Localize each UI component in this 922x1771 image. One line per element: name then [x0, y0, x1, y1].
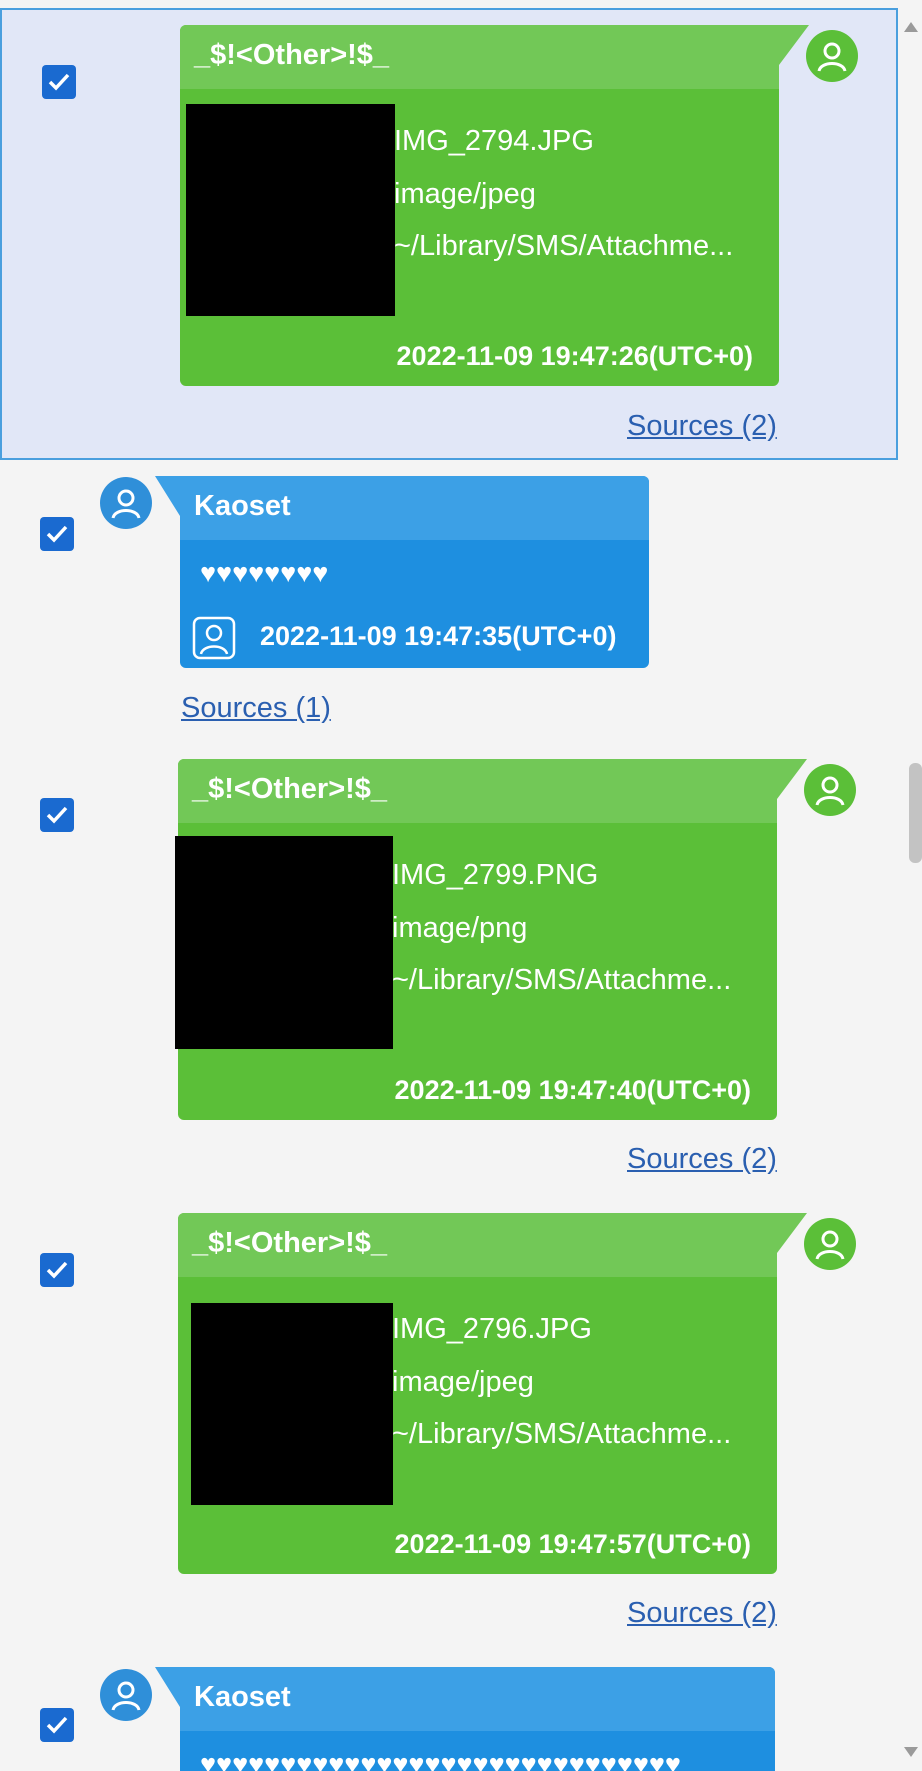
sources-link[interactable]: Sources (2) — [627, 1597, 777, 1630]
scrollbar-thumb[interactable] — [909, 763, 922, 863]
message-timestamp: 2022-11-09 19:47:40(UTC+0) — [394, 1075, 751, 1105]
attachment-filename: IMG_2794.JPG — [394, 125, 594, 157]
vertical-scrollbar[interactable] — [898, 0, 922, 1771]
sender-name: _$!<Other>!$_ — [192, 773, 388, 805]
attachment-mime-type: image/jpeg — [392, 1366, 534, 1398]
group-contact-icon — [192, 616, 236, 660]
checkmark-icon — [46, 806, 68, 824]
user-avatar-icon — [806, 30, 858, 82]
bubble-tail — [155, 1667, 180, 1707]
attachment-path: ~/Library/SMS/Attachme... — [392, 964, 732, 996]
select-checkbox[interactable] — [42, 65, 76, 99]
checkmark-icon — [46, 1716, 68, 1734]
checkmark-icon — [46, 525, 68, 543]
sender-name: Kaoset — [194, 1681, 291, 1713]
scroll-down-arrow-icon[interactable] — [904, 1747, 918, 1757]
select-checkbox[interactable] — [40, 798, 74, 832]
attachment-bubble[interactable]: _$!<Other>!$_ IMG_2796.JPG image/jpeg ~/… — [178, 1213, 807, 1574]
message-list: _$!<Other>!$_ IMG_2794.JPG image/jpeg ~/… — [0, 0, 898, 1771]
bubble-header: _$!<Other>!$_ — [178, 1213, 777, 1277]
message-row[interactable]: Kaoset ♥♥♥♥♥♥♥♥♥♥♥♥♥♥♥♥♥♥♥♥♥♥♥♥♥♥♥♥♥♥ — [0, 1660, 898, 1771]
bubble-tail — [155, 476, 180, 516]
attachment-thumbnail[interactable] — [191, 1303, 393, 1505]
message-text: ♥♥♥♥♥♥♥♥ — [200, 558, 329, 588]
sender-name: _$!<Other>!$_ — [194, 39, 390, 71]
text-bubble[interactable]: Kaoset ♥♥♥♥♥♥♥♥ 2022-11-09 19:47:35(UTC+… — [155, 476, 649, 668]
attachment-path: ~/Library/SMS/Attachme... — [394, 230, 734, 262]
user-avatar-icon — [804, 1218, 856, 1270]
attachment-thumbnail[interactable] — [175, 836, 393, 1049]
bubble-header: Kaoset — [180, 1667, 775, 1731]
attachment-filename: IMG_2799.PNG — [392, 859, 599, 891]
message-timestamp: 2022-11-09 19:47:35(UTC+0) — [260, 621, 617, 651]
text-bubble[interactable]: Kaoset ♥♥♥♥♥♥♥♥♥♥♥♥♥♥♥♥♥♥♥♥♥♥♥♥♥♥♥♥♥♥ — [155, 1667, 775, 1771]
message-row[interactable]: Kaoset ♥♥♥♥♥♥♥♥ 2022-11-09 19:47:35(UTC+… — [0, 470, 898, 730]
user-avatar-icon — [804, 764, 856, 816]
sender-name: _$!<Other>!$_ — [192, 1227, 388, 1259]
sources-link[interactable]: Sources (2) — [627, 1143, 777, 1176]
message-timestamp: 2022-11-09 19:47:26(UTC+0) — [396, 341, 753, 371]
bubble-tail — [777, 1213, 807, 1253]
message-row[interactable]: _$!<Other>!$_ IMG_2799.PNG image/png ~/L… — [0, 748, 898, 1188]
attachment-thumbnail[interactable] — [186, 104, 395, 316]
bubble-tail — [779, 25, 809, 65]
select-checkbox[interactable] — [40, 1253, 74, 1287]
checkmark-icon — [48, 73, 70, 91]
select-checkbox[interactable] — [40, 1708, 74, 1742]
message-row[interactable]: _$!<Other>!$_ IMG_2796.JPG image/jpeg ~/… — [0, 1201, 898, 1641]
bubble-tail — [777, 759, 807, 799]
attachment-bubble[interactable]: _$!<Other>!$_ IMG_2794.JPG image/jpeg ~/… — [180, 25, 809, 386]
attachment-mime-type: image/jpeg — [394, 178, 536, 210]
bubble-header: Kaoset — [180, 476, 649, 540]
message-timestamp: 2022-11-09 19:47:57(UTC+0) — [394, 1529, 751, 1559]
scroll-up-arrow-icon[interactable] — [904, 22, 918, 32]
sources-link[interactable]: Sources (2) — [627, 410, 777, 443]
select-checkbox[interactable] — [40, 517, 74, 551]
bubble-header: _$!<Other>!$_ — [178, 759, 777, 823]
sender-name: Kaoset — [194, 490, 291, 522]
attachment-mime-type: image/png — [392, 912, 528, 944]
attachment-bubble[interactable]: _$!<Other>!$_ IMG_2799.PNG image/png ~/L… — [175, 759, 807, 1120]
message-text: ♥♥♥♥♥♥♥♥♥♥♥♥♥♥♥♥♥♥♥♥♥♥♥♥♥♥♥♥♥♥ — [200, 1749, 681, 1771]
bubble-header: _$!<Other>!$_ — [180, 25, 779, 89]
attachment-filename: IMG_2796.JPG — [392, 1313, 592, 1345]
attachment-path: ~/Library/SMS/Attachme... — [392, 1418, 732, 1450]
message-row[interactable]: _$!<Other>!$_ IMG_2794.JPG image/jpeg ~/… — [0, 8, 898, 460]
user-avatar-icon — [100, 477, 152, 529]
sources-link[interactable]: Sources (1) — [181, 692, 331, 725]
checkmark-icon — [46, 1261, 68, 1279]
user-avatar-icon — [100, 1669, 152, 1721]
